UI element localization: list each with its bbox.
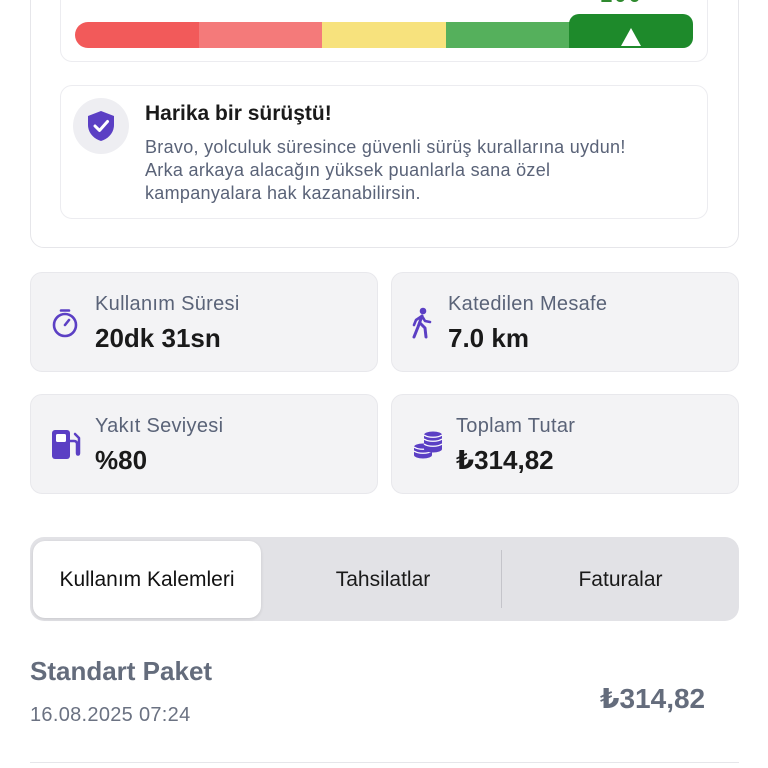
stat-card-total-amount: Toplam Tutar ₺314,82 <box>391 394 739 494</box>
stat-value: 7.0 km <box>448 323 529 353</box>
stopwatch-icon <box>52 309 78 338</box>
stat-label: Kullanım Süresi <box>95 293 240 315</box>
feedback-body: Bravo, yolculuk süresince güvenli sürüş … <box>145 136 705 205</box>
usage-item-price: ₺314,82 <box>600 683 706 714</box>
tab-collections[interactable]: Tahsilatlar <box>265 541 501 618</box>
score-segment-3 <box>322 22 446 48</box>
stat-card-fuel-level: Yakıt Seviyesi %80 <box>30 394 378 494</box>
coins-icon <box>413 431 443 459</box>
shield-icon-badge <box>73 98 129 154</box>
feedback-title: Harika bir sürüştü! <box>145 102 332 125</box>
usage-item-date: 16.08.2025 07:24 <box>30 704 191 726</box>
stat-value: 20dk 31sn <box>95 323 221 353</box>
stat-label: Toplam Tutar <box>456 415 576 437</box>
tab-usage-items[interactable]: Kullanım Kalemleri <box>33 541 261 618</box>
score-indicator-marker <box>569 14 693 48</box>
fuel-pump-icon <box>52 430 81 459</box>
score-segment-1 <box>75 22 199 48</box>
stat-value: ₺314,82 <box>456 445 554 475</box>
shield-check-icon <box>88 111 114 141</box>
stat-value: %80 <box>95 445 148 475</box>
stat-label: Yakıt Seviyesi <box>95 415 224 437</box>
list-divider <box>30 762 739 763</box>
walking-person-icon <box>412 307 432 339</box>
score-segment-2 <box>198 22 323 48</box>
stat-card-usage-duration: Kullanım Süresi 20dk 31sn <box>30 272 378 372</box>
tab-invoices[interactable]: Faturalar <box>502 541 739 618</box>
feedback-body-line: Bravo, yolculuk süresince güvenli sürüş … <box>145 137 626 157</box>
score-value-partial: 100 <box>600 0 643 8</box>
stat-label: Katedilen Mesafe <box>448 293 608 315</box>
feedback-body-line: Arka arkaya alacağın yüksek puanlarla sa… <box>145 160 551 180</box>
score-segment-4 <box>445 22 570 48</box>
stat-card-distance: Katedilen Mesafe 7.0 km <box>391 272 739 372</box>
usage-item-title[interactable]: Standart Paket <box>30 656 212 687</box>
feedback-body-line: kampanyalara hak kazanabilirsin. <box>145 183 421 203</box>
